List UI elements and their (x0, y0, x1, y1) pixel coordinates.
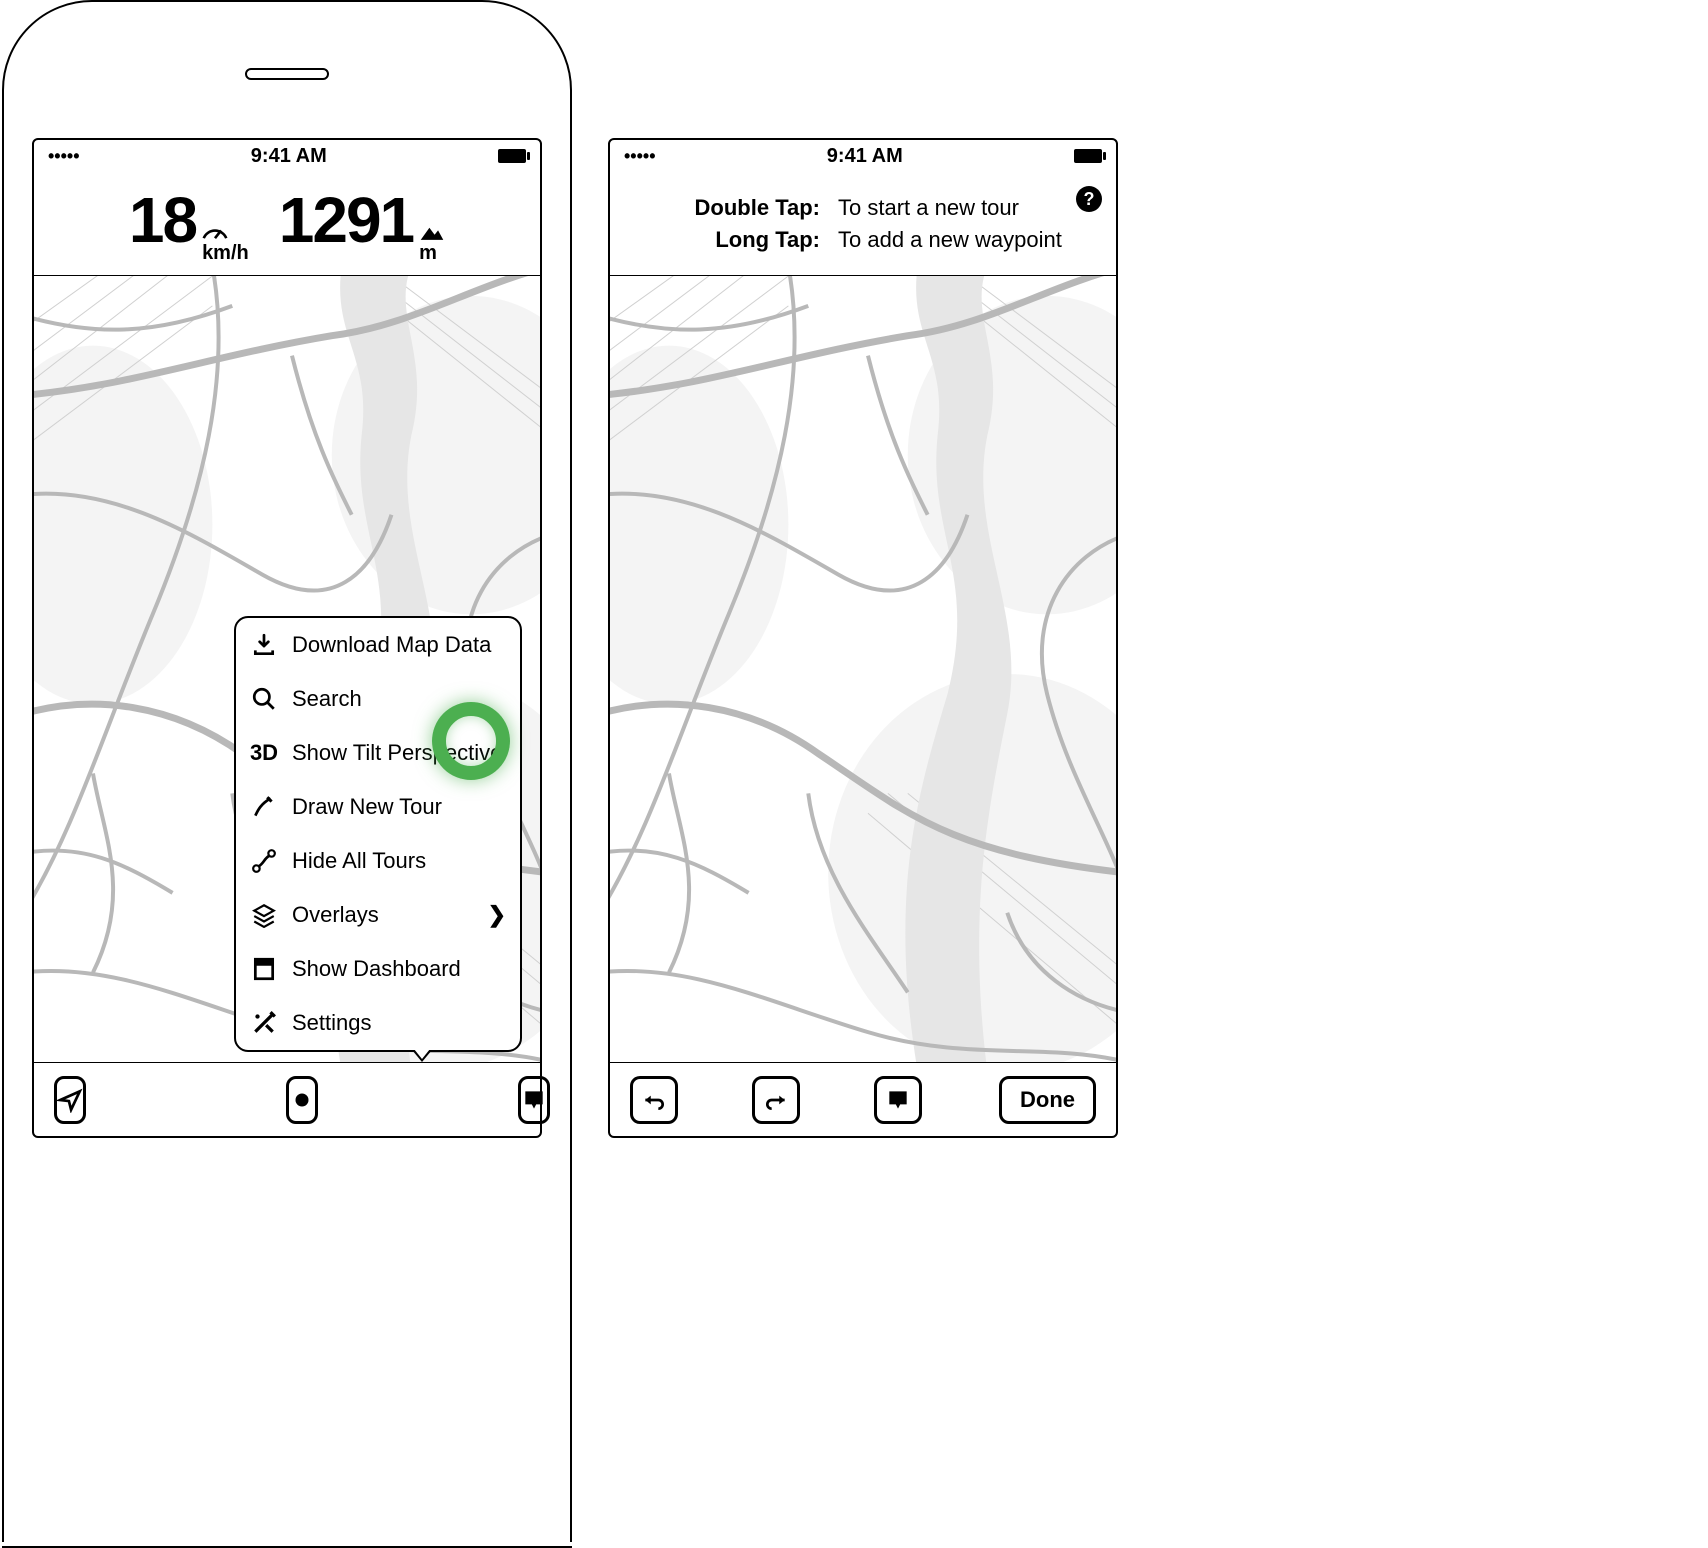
tab-bar: Done (610, 1062, 1116, 1136)
status-time: 9:41 AM (827, 145, 903, 168)
undo-button[interactable] (630, 1076, 678, 1124)
menu-overlays[interactable]: Overlays ❯ (236, 888, 520, 942)
double-tap-desc: To start a new tour (838, 195, 1116, 221)
speed-unit: km/h (202, 242, 249, 265)
long-tap-desc: To add a new waypoint (838, 227, 1116, 253)
mountain-icon (419, 224, 445, 242)
map-background (610, 276, 1116, 1062)
map-canvas[interactable] (610, 276, 1116, 1062)
locate-button[interactable] (54, 1076, 86, 1124)
dashboard-header: 18 km/h 1291 m (34, 172, 540, 276)
done-button[interactable]: Done (999, 1076, 1096, 1124)
menu-settings[interactable]: Settings (236, 996, 520, 1050)
speed-value: 18 (129, 183, 196, 257)
threed-icon: 3D (250, 739, 278, 767)
map-context-menu: Download Map Data Search 3D Show Tilt Pe… (234, 616, 522, 1052)
speed-stat: 18 km/h (129, 183, 249, 265)
instructions-header: Double Tap: To start a new tour Long Tap… (610, 172, 1116, 276)
menu-hide-tours[interactable]: Hide All Tours (236, 834, 520, 888)
touch-highlight-icon (432, 702, 510, 780)
status-bar: ••••• 9:41 AM (34, 140, 540, 172)
signal-dots-icon: ••••• (48, 146, 80, 167)
menu-button[interactable] (518, 1076, 550, 1124)
menu-button[interactable] (874, 1076, 922, 1124)
help-button[interactable]: ? (1076, 186, 1102, 212)
help-icon: ? (1084, 189, 1095, 210)
altitude-value: 1291 (279, 183, 413, 257)
altitude-stat: 1291 m (279, 183, 445, 265)
menu-label: Download Map Data (292, 632, 506, 658)
speed-icon (202, 224, 228, 242)
chevron-right-icon: ❯ (488, 902, 506, 928)
pencil-icon (250, 793, 278, 821)
dashboard-icon (250, 955, 278, 983)
menu-label: Show Dashboard (292, 956, 506, 982)
long-tap-label: Long Tap: (650, 227, 820, 253)
menu-label: Draw New Tour (292, 794, 506, 820)
menu-draw-tour[interactable]: Draw New Tour (236, 780, 520, 834)
screen-map-menu: ••••• 9:41 AM 18 km/h 1291 m (32, 138, 542, 1138)
status-time: 9:41 AM (251, 145, 327, 168)
menu-label: Overlays (292, 902, 474, 928)
signal-dots-icon: ••••• (624, 146, 656, 167)
record-button[interactable] (286, 1076, 318, 1124)
search-icon (250, 685, 278, 713)
status-bar: ••••• 9:41 AM (610, 140, 1116, 172)
speaker-grille (245, 68, 329, 80)
menu-download-map[interactable]: Download Map Data (236, 618, 520, 672)
battery-icon (498, 149, 526, 163)
menu-label: Hide All Tours (292, 848, 506, 874)
altitude-unit: m (419, 242, 437, 265)
battery-icon (1074, 149, 1102, 163)
settings-icon (250, 1009, 278, 1037)
download-icon (250, 631, 278, 659)
double-tap-label: Double Tap: (650, 195, 820, 221)
menu-label: Settings (292, 1010, 506, 1036)
screen-draw-tour: ••••• 9:41 AM Double Tap: To start a new… (608, 138, 1118, 1138)
tab-bar (34, 1062, 540, 1136)
map-canvas[interactable]: Download Map Data Search 3D Show Tilt Pe… (34, 276, 540, 1062)
overlays-icon (250, 901, 278, 929)
redo-button[interactable] (752, 1076, 800, 1124)
route-icon (250, 847, 278, 875)
menu-show-dashboard[interactable]: Show Dashboard (236, 942, 520, 996)
